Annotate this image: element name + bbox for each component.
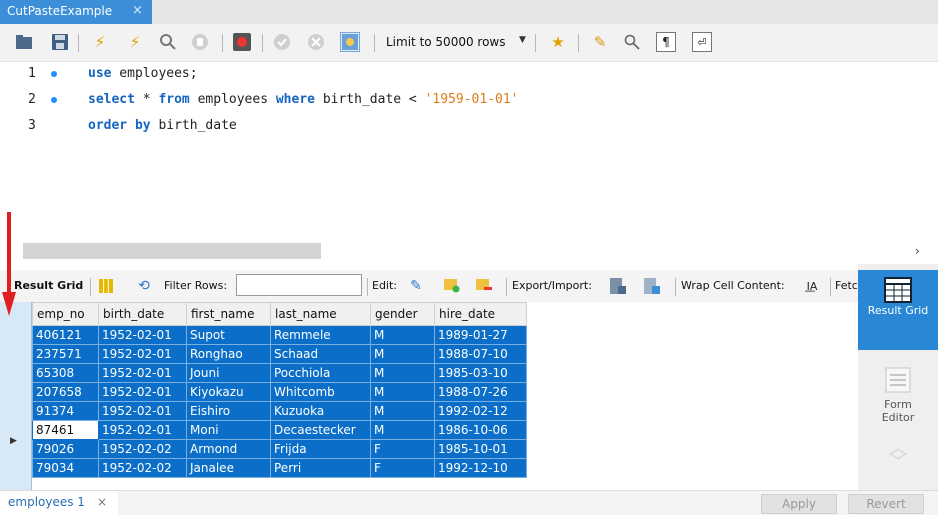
record-nav: ︿ ﹀ (858, 440, 938, 472)
toggle-autocommit-icon[interactable] (232, 32, 252, 52)
editor-horizontal-scrollbar[interactable]: › (0, 240, 938, 264)
result-grid-label: Result Grid (14, 279, 84, 292)
filter-rows-input[interactable] (236, 274, 362, 296)
table-row[interactable]: 207658 1952-02-01 Kiyokazu Whitcomb M 1988-07… (32, 382, 527, 402)
column-header[interactable]: gender (370, 302, 435, 326)
save-icon[interactable] (50, 32, 70, 52)
table-row[interactable]: 237571 1952-02-01 Ronghao Schaad M 1988-07-10 (32, 344, 527, 364)
red-arrow-annotation (2, 212, 16, 316)
sql-toolbar: ⚡ ⚡ Limit to 50000 rows ▼ ★ ✎ ¶ ⏎ (0, 24, 938, 62)
fetch-label: Fetc (835, 279, 858, 292)
add-row-icon[interactable] (442, 276, 462, 296)
row-header-column[interactable]: ▶ (0, 302, 32, 490)
tab-close-icon[interactable]: × (132, 3, 143, 18)
result-grid-button[interactable]: Result Grid (858, 270, 938, 350)
result-side-panel: Result Grid Form Editor ︿ ﹀ (858, 264, 938, 490)
table-row[interactable]: 79026 1952-02-02 Armond Frijda F 1985-10-01 (32, 439, 527, 459)
column-header[interactable]: hire_date (434, 302, 527, 326)
wrap-icon[interactable]: ⏎ (692, 32, 712, 52)
edit-row-icon[interactable]: ✎ (406, 276, 426, 296)
statement-dot-icon (51, 71, 57, 77)
tab-query[interactable]: CutPasteExample × (0, 0, 152, 24)
chevron-right-icon[interactable]: › (915, 244, 920, 258)
export-icon[interactable] (608, 276, 628, 296)
close-icon[interactable]: × (97, 495, 107, 509)
execute-line-icon[interactable]: ⚡ (125, 32, 145, 52)
table-row[interactable]: 406121 1952-02-01 Supot Remmele M 1989-01-27 (32, 325, 527, 345)
editor-line: 1 use employees; (28, 66, 198, 81)
find-icon[interactable] (622, 32, 642, 52)
table-row[interactable]: 65308 1952-02-01 Jouni Pocchiola M 1985-03-10 (32, 363, 527, 383)
limit-rows-select[interactable]: Limit to 50000 rows (386, 35, 506, 49)
current-cell[interactable]: 87461 (32, 420, 99, 440)
refresh-icon[interactable]: ⟲ (134, 276, 154, 296)
scrollbar-thumb[interactable] (23, 243, 321, 259)
code-line-3: order by birth_date (88, 118, 237, 133)
import-icon[interactable] (642, 276, 662, 296)
export-import-label: Export/Import: (512, 279, 592, 292)
result-grid[interactable]: ▶ emp_no birth_date first_name last_name… (0, 302, 536, 490)
bottom-bar: employees 1 × Apply Revert (0, 490, 938, 515)
execute-icon[interactable]: ⚡ (90, 32, 110, 52)
delete-row-icon[interactable] (474, 276, 494, 296)
beautify-icon[interactable]: ✎ (590, 32, 610, 52)
tab-title: CutPasteExample (7, 4, 113, 18)
form-icon (883, 366, 913, 394)
folder-icon[interactable] (14, 32, 34, 52)
table-row[interactable]: 79034 1952-02-02 Janalee Perri F 1992-12-10 (32, 458, 527, 478)
grid-icon (883, 276, 913, 304)
explain-icon[interactable] (158, 32, 178, 52)
edit-label: Edit: (372, 279, 398, 292)
result-toolbar: Result Grid ⟲ Filter Rows: Edit: ✎ Expor… (0, 270, 858, 302)
revert-button[interactable]: Revert (848, 494, 924, 514)
statement-dot-icon (51, 97, 57, 103)
commit-icon[interactable] (272, 32, 292, 52)
column-header[interactable]: birth_date (98, 302, 187, 326)
table-row[interactable]: 91374 1952-02-01 Eishiro Kuzuoka M 1992-02-12 (32, 401, 527, 421)
toggle-error-icon[interactable] (340, 32, 360, 52)
result-table: emp_no birth_date first_name last_name g… (32, 302, 527, 478)
chevron-down-icon[interactable]: ﹀ (858, 454, 938, 472)
code-line-2: select * from employees where birth_date… (88, 92, 519, 107)
add-snippet-icon[interactable]: ★ (548, 32, 568, 52)
column-header[interactable]: emp_no (32, 302, 99, 326)
result-tab[interactable]: employees 1 × (0, 491, 118, 515)
stop-icon[interactable] (190, 32, 210, 52)
wrap-toggle-icon[interactable]: I͟A (802, 276, 822, 296)
column-header[interactable]: first_name (186, 302, 271, 326)
tab-bar: CutPasteExample × (0, 0, 938, 24)
editor-line: 3 order by birth_date (28, 118, 237, 133)
rollback-icon[interactable] (306, 32, 326, 52)
form-editor-button[interactable]: Form Editor (858, 360, 938, 440)
invisibles-icon[interactable]: ¶ (656, 32, 676, 52)
code-line-1: use employees; (88, 66, 198, 81)
editor-line: 2 select * from employees where birth_da… (28, 92, 519, 107)
table-row-current[interactable]: 87461 1952-02-01 Moni Decaestecker M 1986-10-… (32, 420, 527, 440)
filter-rows-label: Filter Rows: (164, 279, 228, 292)
column-header[interactable]: last_name (270, 302, 371, 326)
apply-button[interactable]: Apply (761, 494, 837, 514)
current-row-pointer-icon: ▶ (10, 436, 17, 446)
wrap-cell-content-label: Wrap Cell Content: (681, 279, 785, 292)
chevron-down-icon[interactable]: ▼ (519, 35, 526, 45)
grid-layout-icon[interactable] (96, 276, 116, 296)
sql-editor[interactable]: 1 use employees; 2 select * from employe… (0, 62, 938, 240)
